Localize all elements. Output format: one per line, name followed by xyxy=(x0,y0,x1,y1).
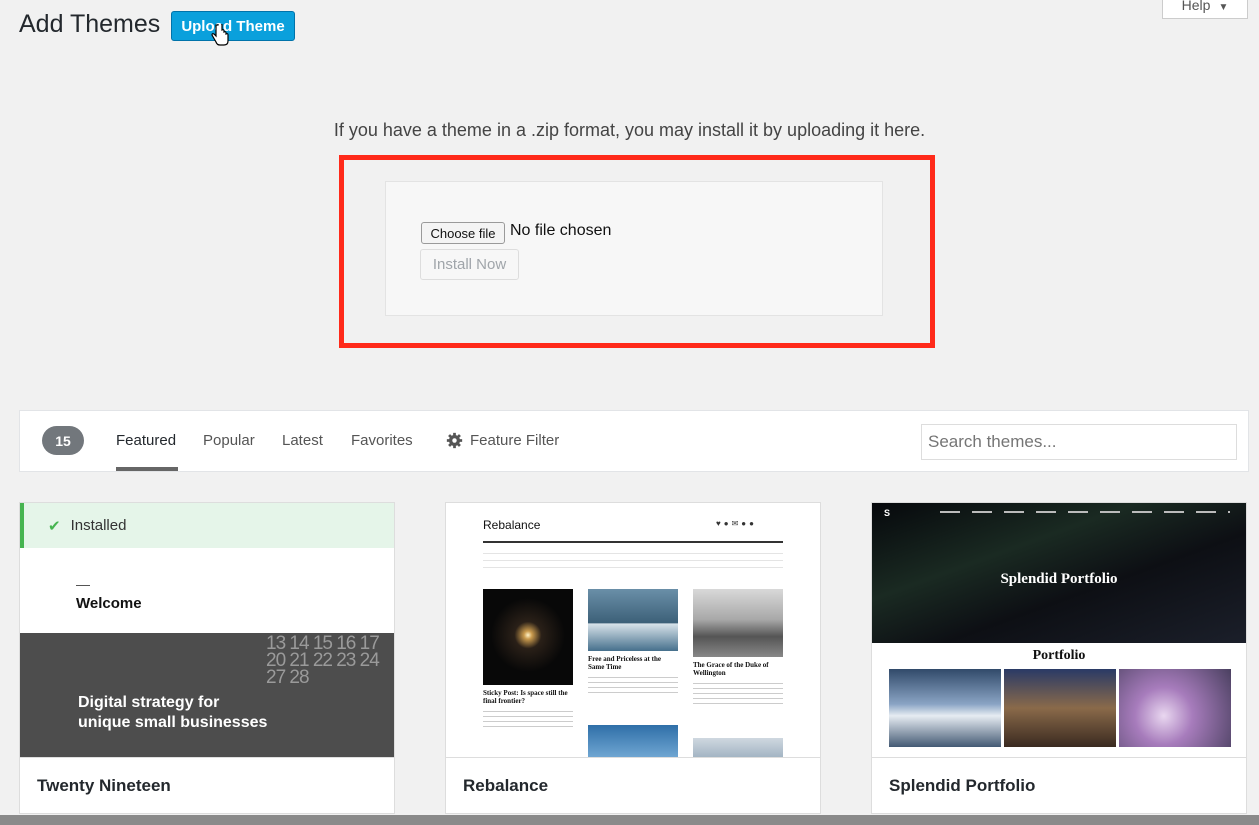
search-themes-input[interactable] xyxy=(921,424,1237,460)
tab-latest[interactable]: Latest xyxy=(282,432,323,449)
tab-favorites[interactable]: Favorites xyxy=(351,432,413,449)
preview-thumb-city xyxy=(1004,669,1116,747)
feature-filter-button[interactable]: Feature Filter xyxy=(470,432,559,449)
help-button[interactable]: Help ▼ xyxy=(1162,0,1248,19)
tagline-line: unique small businesses xyxy=(78,714,268,731)
preview-menu xyxy=(940,511,1230,513)
theme-name: Twenty Nineteen xyxy=(20,757,394,813)
preview-image-space xyxy=(483,589,573,685)
preview-image-jet xyxy=(588,725,678,758)
post-title: Free and Priceless at the Same Time xyxy=(588,655,661,671)
social-icons: ♥●✉●● xyxy=(716,519,757,528)
preview-image-surf xyxy=(588,589,678,651)
bottom-strip xyxy=(0,815,1259,825)
theme-name: Splendid Portfolio xyxy=(872,757,1246,813)
divider xyxy=(483,541,783,543)
divider xyxy=(76,585,90,586)
preview-calendar: 13 14 15 16 17 20 21 22 23 24 27 28 xyxy=(266,634,380,688)
theme-card-twenty-nineteen[interactable]: Welcome 13 14 15 16 17 20 21 22 23 24 27… xyxy=(19,502,395,814)
hand-cursor-icon xyxy=(211,24,229,46)
post-excerpt xyxy=(693,681,783,707)
post-excerpt xyxy=(588,675,678,695)
gear-icon xyxy=(446,432,463,449)
highlight-box xyxy=(339,155,935,348)
theme-card-rebalance[interactable]: Rebalance ♥●✉●● Sticky Post: Is space st… xyxy=(445,502,821,814)
preview-thumb-mountains xyxy=(889,669,1001,747)
upload-theme-button[interactable]: Upload Theme xyxy=(171,11,295,41)
upload-description: If you have a theme in a .zip format, yo… xyxy=(333,120,926,140)
preview-title: Rebalance xyxy=(483,518,541,532)
tab-featured[interactable]: Featured xyxy=(116,432,176,449)
preview-tagline: Digital strategy for unique small busine… xyxy=(78,693,267,733)
preview-logo: S xyxy=(884,508,891,518)
theme-screenshot[interactable]: S Splendid Portfolio Portfolio xyxy=(872,503,1246,758)
caret-down-icon: ▼ xyxy=(1218,2,1229,13)
post-excerpt xyxy=(483,709,573,731)
theme-screenshot[interactable]: Rebalance ♥●✉●● Sticky Post: Is space st… xyxy=(446,503,820,758)
page-title: Add Themes xyxy=(19,10,161,38)
theme-name: Rebalance xyxy=(446,757,820,813)
checkmark-icon: ✔ xyxy=(48,517,61,535)
post-title: The Grace of the Duke of Wellington xyxy=(693,661,769,677)
preview-heading: Welcome xyxy=(76,595,142,612)
help-label: Help xyxy=(1181,0,1211,13)
active-tab-indicator xyxy=(116,467,178,471)
installed-notice: ✔ Installed xyxy=(20,503,394,548)
preview-thumb-flowers xyxy=(1119,669,1231,747)
tab-popular[interactable]: Popular xyxy=(203,432,255,449)
preview-section-title: Portfolio xyxy=(1032,648,1086,663)
installed-label: Installed xyxy=(70,517,127,534)
preview-title: Splendid Portfolio xyxy=(1000,571,1118,587)
preview-image-photo xyxy=(693,738,783,758)
calendar-row: 27 28 xyxy=(266,667,310,688)
theme-count-badge: 15 xyxy=(42,426,84,455)
preview-image-jeep xyxy=(693,589,783,657)
preview-menu xyxy=(483,551,783,573)
post-title: Sticky Post: Is space still the final fr… xyxy=(483,689,568,705)
theme-card-splendid-portfolio[interactable]: S Splendid Portfolio Portfolio Splendid … xyxy=(871,502,1247,814)
theme-screenshot[interactable]: Welcome 13 14 15 16 17 20 21 22 23 24 27… xyxy=(20,503,394,758)
tagline-line: Digital strategy for xyxy=(78,694,220,711)
